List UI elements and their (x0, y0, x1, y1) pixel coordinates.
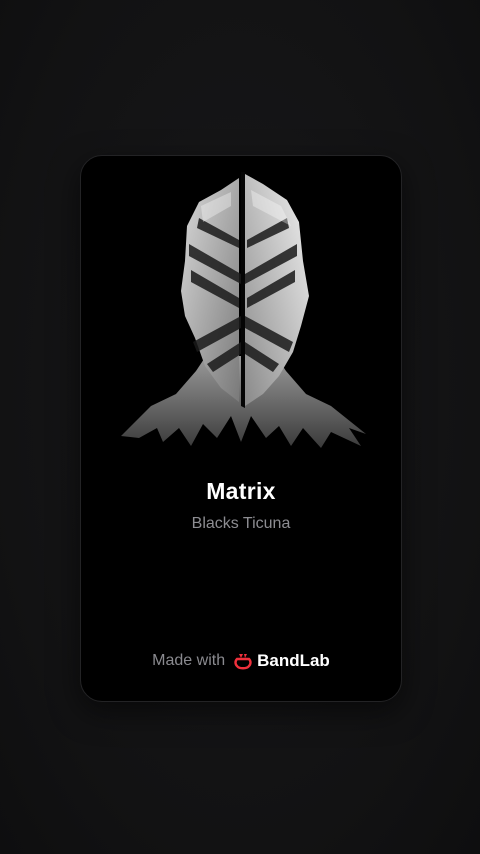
album-artwork (121, 172, 366, 448)
bandlab-logo-icon (234, 654, 252, 670)
bandlab-brand-link[interactable]: BandLab (233, 651, 330, 671)
made-with-label: Made with (152, 652, 226, 669)
track-card[interactable]: Matrix Blacks Ticuna Made with BandLab (80, 155, 402, 702)
artist-name[interactable]: Blacks Ticuna (81, 515, 401, 533)
bandlab-label: BandLab (257, 651, 330, 670)
made-with-footer: Made with BandLab (81, 651, 401, 671)
track-title: Matrix (206, 478, 276, 504)
share-screen: Matrix Blacks Ticuna Made with BandLab (0, 0, 480, 854)
